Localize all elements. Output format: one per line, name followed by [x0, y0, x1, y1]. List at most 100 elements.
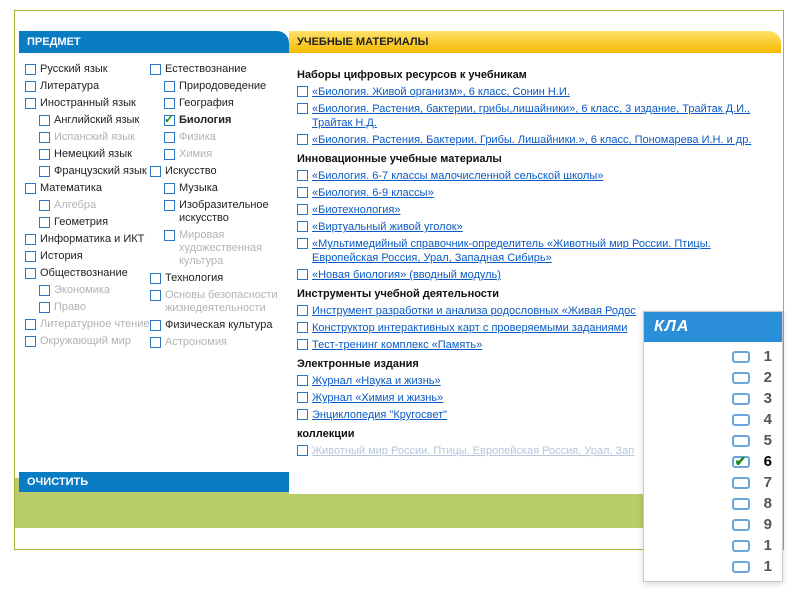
checkbox-icon[interactable]	[39, 200, 50, 211]
checkbox-icon[interactable]	[297, 187, 308, 198]
class-row[interactable]: 1	[650, 346, 776, 367]
checkbox-icon[interactable]	[297, 103, 308, 114]
checkbox-icon[interactable]	[297, 322, 308, 333]
resource-link[interactable]: Журнал «Химия и жизнь»	[312, 391, 443, 405]
class-row[interactable]: 6	[650, 451, 776, 472]
checkbox-icon[interactable]	[297, 339, 308, 350]
checkbox-icon[interactable]	[732, 456, 750, 468]
checkbox-icon[interactable]	[297, 269, 308, 280]
subject-item[interactable]: Алгебра	[39, 197, 150, 214]
class-row[interactable]: 4	[650, 409, 776, 430]
resource-link[interactable]: «Виртуальный живой уголок»	[312, 220, 463, 234]
resource-link[interactable]: Конструктор интерактивных карт с проверя…	[312, 321, 627, 335]
checkbox-icon[interactable]	[164, 115, 175, 126]
checkbox-icon[interactable]	[164, 200, 175, 211]
checkbox-icon[interactable]	[150, 273, 161, 284]
checkbox-icon[interactable]	[150, 290, 161, 301]
checkbox-icon[interactable]	[732, 477, 750, 489]
checkbox-icon[interactable]	[164, 149, 175, 160]
checkbox-icon[interactable]	[297, 375, 308, 386]
resource-link[interactable]: «Биология. Растения. Бактерии. Грибы. Ли…	[312, 133, 751, 147]
clear-button[interactable]: ОЧИСТИТЬ	[19, 472, 289, 492]
resource-link[interactable]: «Новая биология» (вводный модуль)	[312, 268, 501, 282]
subject-item[interactable]: География	[164, 95, 280, 112]
subject-item[interactable]: Основы безопасности жизнедеятельности	[150, 287, 280, 317]
checkbox-icon[interactable]	[150, 337, 161, 348]
resource-link[interactable]: «Биология. Растения, бактерии, грибы,лиш…	[312, 102, 775, 130]
resource-link[interactable]: Журнал «Наука и жизнь»	[312, 374, 441, 388]
subject-item[interactable]: Немецкий язык	[39, 146, 150, 163]
checkbox-icon[interactable]	[297, 445, 308, 456]
subject-item[interactable]: Литература	[25, 78, 150, 95]
subject-item[interactable]: Естествознание	[150, 61, 280, 78]
checkbox-icon[interactable]	[25, 319, 36, 330]
subject-item[interactable]: Природоведение	[164, 78, 280, 95]
checkbox-icon[interactable]	[297, 134, 308, 145]
checkbox-icon[interactable]	[25, 64, 36, 75]
checkbox-icon[interactable]	[732, 372, 750, 384]
resource-link[interactable]: Животный мир России. Птицы. Европейская …	[312, 444, 634, 458]
subject-item[interactable]: Геометрия	[39, 214, 150, 231]
checkbox-icon[interactable]	[164, 98, 175, 109]
resource-link[interactable]: Инструмент разработки и анализа родослов…	[312, 304, 636, 318]
checkbox-icon[interactable]	[25, 268, 36, 279]
subject-item[interactable]: Биология	[164, 112, 280, 129]
checkbox-icon[interactable]	[732, 519, 750, 531]
checkbox-icon[interactable]	[297, 86, 308, 97]
subject-item[interactable]: Физика	[164, 129, 280, 146]
class-row[interactable]: 1	[650, 556, 776, 577]
checkbox-icon[interactable]	[25, 251, 36, 262]
checkbox-icon[interactable]	[39, 217, 50, 228]
subject-item[interactable]: Русский язык	[25, 61, 150, 78]
subject-item[interactable]: Физическая культура	[150, 317, 280, 334]
subject-item[interactable]: Технология	[150, 270, 280, 287]
subject-item[interactable]: Химия	[164, 146, 280, 163]
class-row[interactable]: 9	[650, 514, 776, 535]
resource-link[interactable]: Тест-тренинг комплекс «Память»	[312, 338, 482, 352]
checkbox-icon[interactable]	[732, 351, 750, 363]
checkbox-icon[interactable]	[732, 540, 750, 552]
checkbox-icon[interactable]	[732, 498, 750, 510]
class-row[interactable]: 1	[650, 535, 776, 556]
subject-item[interactable]: Английский язык	[39, 112, 150, 129]
class-row[interactable]: 5	[650, 430, 776, 451]
subject-item[interactable]: Испанский язык	[39, 129, 150, 146]
checkbox-icon[interactable]	[732, 414, 750, 426]
checkbox-icon[interactable]	[297, 204, 308, 215]
checkbox-icon[interactable]	[25, 98, 36, 109]
subject-item[interactable]: Французский язык	[39, 163, 150, 180]
subject-item[interactable]: Астрономия	[150, 334, 280, 351]
resource-link[interactable]: «Биология. 6-7 классы малочисленной сель…	[312, 169, 603, 183]
subject-item[interactable]: Математика	[25, 180, 150, 197]
checkbox-icon[interactable]	[164, 230, 175, 241]
subject-item[interactable]: Музыка	[164, 180, 280, 197]
checkbox-icon[interactable]	[39, 149, 50, 160]
checkbox-icon[interactable]	[150, 320, 161, 331]
class-row[interactable]: 2	[650, 367, 776, 388]
checkbox-icon[interactable]	[297, 392, 308, 403]
checkbox-icon[interactable]	[39, 285, 50, 296]
subject-item[interactable]: Право	[39, 299, 150, 316]
resource-link[interactable]: Энциклопедия "Кругосвет"	[312, 408, 447, 422]
checkbox-icon[interactable]	[150, 64, 161, 75]
subject-item[interactable]: Искусство	[150, 163, 280, 180]
checkbox-icon[interactable]	[732, 435, 750, 447]
checkbox-icon[interactable]	[297, 305, 308, 316]
checkbox-icon[interactable]	[164, 132, 175, 143]
checkbox-icon[interactable]	[25, 183, 36, 194]
checkbox-icon[interactable]	[297, 409, 308, 420]
checkbox-icon[interactable]	[164, 81, 175, 92]
subject-item[interactable]: Иностранный язык	[25, 95, 150, 112]
checkbox-icon[interactable]	[732, 393, 750, 405]
subject-item[interactable]: Экономика	[39, 282, 150, 299]
checkbox-icon[interactable]	[732, 561, 750, 573]
checkbox-icon[interactable]	[297, 221, 308, 232]
resource-link[interactable]: «Биология. 6-9 классы»	[312, 186, 434, 200]
checkbox-icon[interactable]	[150, 166, 161, 177]
resource-link[interactable]: «Биология. Живой организм», 6 класс, Сон…	[312, 85, 570, 99]
checkbox-icon[interactable]	[25, 336, 36, 347]
checkbox-icon[interactable]	[39, 302, 50, 313]
checkbox-icon[interactable]	[39, 132, 50, 143]
class-row[interactable]: 3	[650, 388, 776, 409]
resource-link[interactable]: «Биотехнология»	[312, 203, 401, 217]
